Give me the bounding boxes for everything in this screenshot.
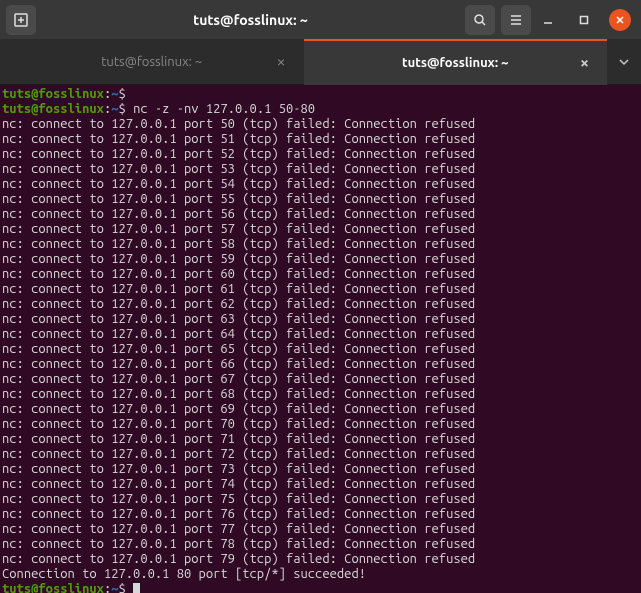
titlebar: tuts@fosslinux: ~	[0, 0, 641, 39]
output-line: nc: connect to 127.0.0.1 port 69 (tcp) f…	[2, 402, 639, 417]
prompt-line: tuts@fosslinux:~$	[2, 582, 639, 593]
output-line: nc: connect to 127.0.0.1 port 68 (tcp) f…	[2, 387, 639, 402]
tab-label: tuts@fosslinux: ~	[101, 55, 202, 69]
output-line: nc: connect to 127.0.0.1 port 50 (tcp) f…	[2, 117, 639, 132]
output-line: nc: connect to 127.0.0.1 port 65 (tcp) f…	[2, 342, 639, 357]
close-button[interactable]	[609, 9, 631, 31]
output-line: nc: connect to 127.0.0.1 port 76 (tcp) f…	[2, 507, 639, 522]
maximize-button[interactable]	[573, 9, 595, 31]
output-line: nc: connect to 127.0.0.1 port 55 (tcp) f…	[2, 192, 639, 207]
minimize-button[interactable]	[537, 9, 559, 31]
output-line: nc: connect to 127.0.0.1 port 60 (tcp) f…	[2, 267, 639, 282]
output-line: nc: connect to 127.0.0.1 port 61 (tcp) f…	[2, 282, 639, 297]
output-line: nc: connect to 127.0.0.1 port 70 (tcp) f…	[2, 417, 639, 432]
window-controls	[537, 9, 635, 31]
output-line: nc: connect to 127.0.0.1 port 53 (tcp) f…	[2, 162, 639, 177]
output-line: nc: connect to 127.0.0.1 port 71 (tcp) f…	[2, 432, 639, 447]
cursor	[133, 583, 140, 593]
prompt-line: tuts@fosslinux:~$	[2, 87, 639, 102]
new-tab-button[interactable]	[6, 5, 36, 35]
output-line: nc: connect to 127.0.0.1 port 52 (tcp) f…	[2, 147, 639, 162]
output-success-line: Connection to 127.0.0.1 80 port [tcp/*] …	[2, 567, 639, 582]
output-line: nc: connect to 127.0.0.1 port 54 (tcp) f…	[2, 177, 639, 192]
tab-label: tuts@fosslinux: ~	[402, 56, 508, 70]
close-icon[interactable]: ×	[580, 54, 589, 72]
output-line: nc: connect to 127.0.0.1 port 66 (tcp) f…	[2, 357, 639, 372]
close-icon[interactable]: ×	[276, 53, 285, 71]
menu-button[interactable]	[501, 5, 531, 35]
output-line: nc: connect to 127.0.0.1 port 75 (tcp) f…	[2, 492, 639, 507]
window-title: tuts@fosslinux: ~	[42, 12, 459, 28]
output-line: nc: connect to 127.0.0.1 port 56 (tcp) f…	[2, 207, 639, 222]
output-line: nc: connect to 127.0.0.1 port 63 (tcp) f…	[2, 312, 639, 327]
output-line: nc: connect to 127.0.0.1 port 73 (tcp) f…	[2, 462, 639, 477]
output-line: nc: connect to 127.0.0.1 port 78 (tcp) f…	[2, 537, 639, 552]
output-line: nc: connect to 127.0.0.1 port 77 (tcp) f…	[2, 522, 639, 537]
output-line: nc: connect to 127.0.0.1 port 79 (tcp) f…	[2, 552, 639, 567]
output-line: nc: connect to 127.0.0.1 port 64 (tcp) f…	[2, 327, 639, 342]
output-line: nc: connect to 127.0.0.1 port 62 (tcp) f…	[2, 297, 639, 312]
output-line: nc: connect to 127.0.0.1 port 74 (tcp) f…	[2, 477, 639, 492]
terminal-output[interactable]: tuts@fosslinux:~$tuts@fosslinux:~$ nc -z…	[0, 85, 641, 593]
output-line: nc: connect to 127.0.0.1 port 67 (tcp) f…	[2, 372, 639, 387]
output-line: nc: connect to 127.0.0.1 port 57 (tcp) f…	[2, 222, 639, 237]
search-button[interactable]	[465, 5, 495, 35]
command-line: tuts@fosslinux:~$ nc -z -nv 127.0.0.1 50…	[2, 102, 639, 117]
tab-active[interactable]: tuts@fosslinux: ~ ×	[304, 39, 608, 85]
output-line: nc: connect to 127.0.0.1 port 51 (tcp) f…	[2, 132, 639, 147]
output-line: nc: connect to 127.0.0.1 port 58 (tcp) f…	[2, 237, 639, 252]
tab-inactive[interactable]: tuts@fosslinux: ~ ×	[0, 39, 304, 85]
tab-bar: tuts@fosslinux: ~ × tuts@fosslinux: ~ ×	[0, 39, 641, 85]
tab-dropdown-button[interactable]	[607, 39, 641, 85]
output-line: nc: connect to 127.0.0.1 port 72 (tcp) f…	[2, 447, 639, 462]
output-line: nc: connect to 127.0.0.1 port 59 (tcp) f…	[2, 252, 639, 267]
